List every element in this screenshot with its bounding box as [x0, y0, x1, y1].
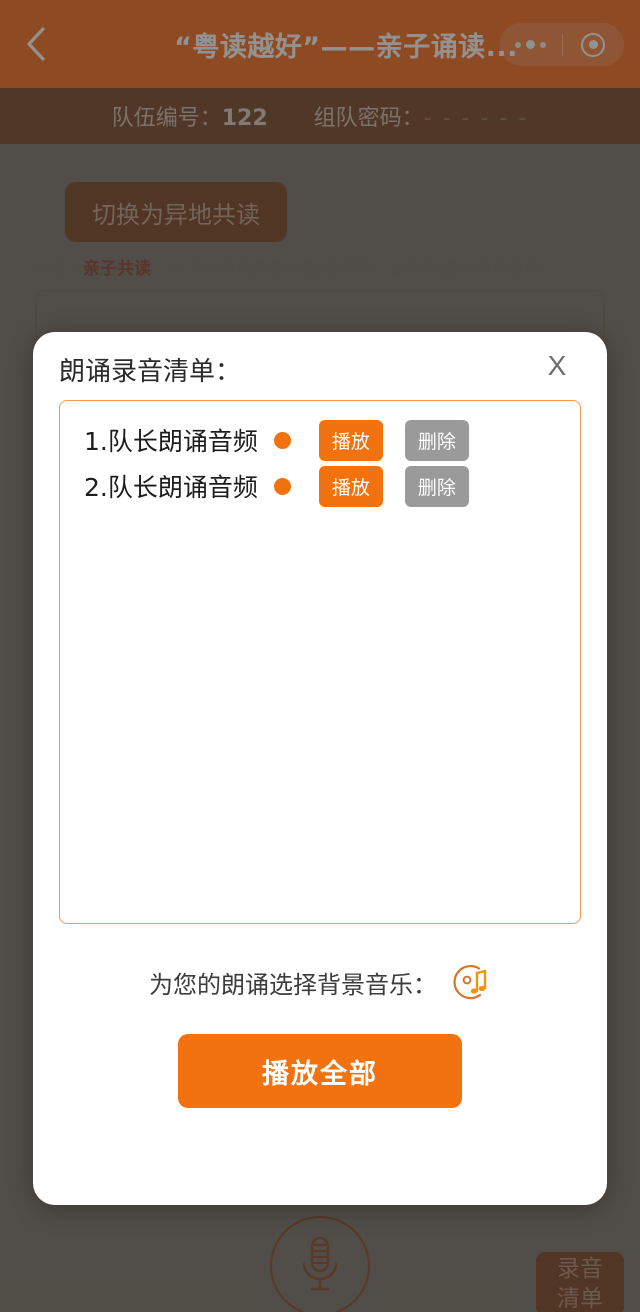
modal-header: 朗诵录音清单： X: [59, 332, 581, 398]
delete-button[interactable]: 删除: [404, 419, 469, 461]
orange-dot-icon: [273, 477, 291, 495]
play-button[interactable]: 播放: [318, 419, 383, 461]
modal-title: 朗诵录音清单：: [59, 356, 242, 387]
list-item[interactable]: 1.队长朗诵音频 播放 删除: [70, 417, 570, 463]
recording-list-modal: 朗诵录音清单： X 1.队长朗诵音频 播放 删除 2.队长朗诵音频 播放 删除 …: [33, 332, 607, 1205]
list-item[interactable]: 2.队长朗诵音频 播放 删除: [70, 463, 570, 509]
app-root: “粤读越好”——亲子诵读... 队伍编号：122: [0, 0, 640, 1312]
recording-name: 2.队长朗诵音频: [84, 473, 258, 502]
play-all-button[interactable]: 播放全部: [178, 1034, 462, 1108]
recording-name: 1.队长朗诵音频: [84, 427, 258, 456]
recording-list-container[interactable]: 1.队长朗诵音频 播放 删除 2.队长朗诵音频 播放 删除: [59, 400, 581, 924]
delete-button[interactable]: 删除: [404, 465, 469, 507]
orange-dot-icon: [273, 431, 291, 449]
music-disc-icon[interactable]: [447, 960, 491, 1004]
background-music-selector[interactable]: 为您的朗诵选择背景音乐：: [59, 960, 581, 1004]
close-icon[interactable]: X: [537, 346, 577, 386]
background-music-label: 为您的朗诵选择背景音乐：: [149, 970, 437, 999]
play-button[interactable]: 播放: [318, 465, 383, 507]
